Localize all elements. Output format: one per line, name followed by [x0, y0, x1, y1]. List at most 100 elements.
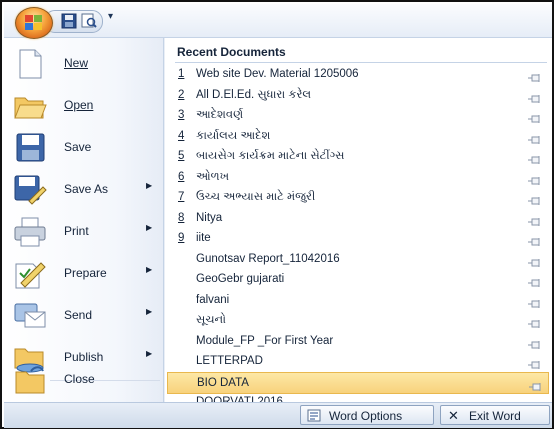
office-menu: New Open Save Save As ▶ Print ▶ Prepare …: [4, 37, 552, 410]
recent-document-item[interactable]: 9 iite: [167, 228, 549, 250]
recent-document-item[interactable]: 4 કાર્યાલય આદેશ: [167, 126, 549, 148]
exit-word-button[interactable]: ✕ Exit Word: [440, 405, 550, 425]
recent-document-name: Nitya: [196, 211, 223, 224]
pin-icon[interactable]: [528, 133, 541, 144]
pin-icon[interactable]: [528, 112, 541, 123]
menu-footer: Word Options ✕ Exit Word: [4, 402, 552, 428]
prepare-label: Prepare: [64, 266, 107, 280]
recent-document-name: Module_FP _For First Year: [196, 334, 334, 347]
recent-document-name: iite: [196, 232, 211, 244]
recent-document-item[interactable]: LETTERPAD: [167, 351, 549, 373]
recent-document-item[interactable]: GeoGebr gujarati: [167, 269, 549, 291]
pin-icon[interactable]: [528, 297, 541, 308]
save-label: Save: [64, 140, 92, 154]
office-logo-icon: [25, 15, 42, 30]
menu-item-label: New: [64, 56, 88, 70]
quick-access-toolbar: ▾: [4, 4, 552, 39]
recent-document-item[interactable]: Module_FP _For First Year: [167, 331, 549, 353]
menu-item-send[interactable]: Send ▶: [4, 294, 163, 338]
recent-document-name: falvani: [196, 293, 230, 306]
submenu-arrow-icon: ▶: [146, 307, 153, 316]
command-list: New Open Save Save As ▶ Print ▶ Prepare …: [4, 38, 163, 403]
recent-document-item[interactable]: 5 બાયસેગ કાર્યક્રમ માટેના સેટીંગ્સ: [167, 146, 549, 168]
recent-document-item[interactable]: 6 ઓળખ: [167, 167, 549, 189]
pin-icon[interactable]: [528, 71, 541, 82]
exit-word-label: Exit Word: [469, 409, 521, 423]
recent-document-number: 8: [178, 211, 185, 224]
recent-document-item[interactable]: 8 Nitya: [167, 208, 549, 230]
recent-document-number: 1: [178, 68, 185, 80]
menu-item-save-as[interactable]: Save As ▶: [4, 168, 163, 212]
recent-document-item[interactable]: BIO DATA: [167, 371, 549, 394]
recent-document-item[interactable]: falvani: [167, 290, 549, 312]
recent-documents-title: Recent Documents: [177, 45, 286, 59]
recent-document-name: LETTERPAD: [196, 355, 263, 367]
pin-icon[interactable]: [528, 235, 541, 246]
recent-document-name: આદેશવર્ણ: [196, 109, 244, 121]
printer-icon: [13, 217, 47, 247]
open-label: Open: [64, 98, 94, 112]
word-options-label: Word Options: [329, 409, 403, 423]
pin-icon[interactable]: [528, 194, 541, 205]
send-label: Send: [64, 308, 93, 322]
menu-item-print[interactable]: Print ▶: [4, 210, 163, 254]
pin-icon[interactable]: [528, 174, 541, 185]
recent-document-name: Gunotsav Report_11042016: [196, 252, 340, 265]
pin-icon[interactable]: [528, 153, 541, 164]
submenu-arrow-icon: ▶: [146, 223, 153, 232]
word-options-button[interactable]: Word Options: [300, 405, 434, 425]
recent-document-name: ઓળખ: [196, 170, 230, 183]
prepare-icon: [13, 259, 47, 289]
recent-document-number: 9: [178, 232, 185, 244]
menu-item-close[interactable]: Close: [4, 358, 163, 402]
pin-icon[interactable]: [529, 380, 542, 391]
pin-icon[interactable]: [528, 256, 541, 267]
save-quick-icon[interactable]: [60, 13, 78, 29]
recent-document-number: 2: [178, 88, 185, 101]
new-document-icon: [13, 49, 47, 79]
recent-documents-panel: Recent Documents 1 Web site Dev. Material…: [165, 38, 552, 410]
menu-item-save[interactable]: Save: [4, 126, 163, 170]
recent-document-item[interactable]: સૂચનો: [167, 310, 549, 332]
recent-document-item[interactable]: 7 ઉચ્ચ અભ્યાસ માટે મંજુરી: [167, 187, 549, 209]
office-button[interactable]: [15, 7, 53, 39]
submenu-arrow-icon: ▶: [146, 265, 153, 274]
menu-item-open[interactable]: Open: [4, 84, 163, 128]
recent-document-item[interactable]: 2 All D.El.Ed. સુધારા કરેલ: [167, 85, 549, 107]
submenu-arrow-icon: ▶: [146, 181, 153, 190]
pin-icon[interactable]: [528, 358, 541, 369]
menu-item-prepare[interactable]: Prepare ▶: [4, 252, 163, 296]
customize-toolbar-arrow-icon[interactable]: ▾: [108, 11, 113, 22]
save-as-icon: [13, 175, 47, 205]
pin-icon[interactable]: [528, 215, 541, 226]
recent-document-name: કાર્યાલય આદેશ: [196, 129, 271, 142]
recent-document-name: Web site Dev. Material 1205006: [196, 68, 359, 80]
pin-icon[interactable]: [528, 338, 541, 349]
save-as-label: Save As: [64, 182, 109, 196]
recent-document-item[interactable]: 3 આદેશવર્ણ: [167, 105, 549, 127]
recent-documents-divider: [175, 62, 547, 63]
close-label: Close: [64, 372, 95, 386]
close-folder-icon: [13, 365, 47, 395]
menu-item-new[interactable]: New: [4, 42, 163, 86]
office-menu-window: ▾ New Open Save Save As ▶ Print ▶ Prepar…: [0, 0, 554, 429]
pin-icon[interactable]: [528, 92, 541, 103]
recent-document-name: બાયસેગ કાર્યક્રમ માટેના સેટીંગ્સ: [196, 150, 345, 162]
recent-document-item[interactable]: Gunotsav Report_11042016: [167, 249, 549, 271]
print-preview-quick-icon[interactable]: [80, 13, 98, 29]
recent-document-number: 7: [178, 191, 185, 203]
recent-document-number: 3: [178, 109, 185, 121]
exit-x-icon: ✕: [448, 408, 459, 423]
recent-document-number: 5: [178, 150, 185, 162]
open-folder-icon: [13, 91, 47, 121]
recent-document-number: 4: [178, 129, 185, 142]
pin-icon[interactable]: [528, 317, 541, 328]
print-label: Print: [64, 224, 89, 238]
word-options-icon: [307, 409, 321, 425]
floppy-disk-icon: [13, 133, 47, 163]
recent-document-name: All D.El.Ed. સુધારા કરેલ: [196, 88, 312, 101]
recent-document-name: ઉચ્ચ અભ્યાસ માટે મંજુરી: [196, 191, 316, 203]
send-icon: [13, 301, 47, 331]
recent-document-item[interactable]: 1 Web site Dev. Material 1205006: [167, 64, 549, 86]
pin-icon[interactable]: [528, 276, 541, 287]
